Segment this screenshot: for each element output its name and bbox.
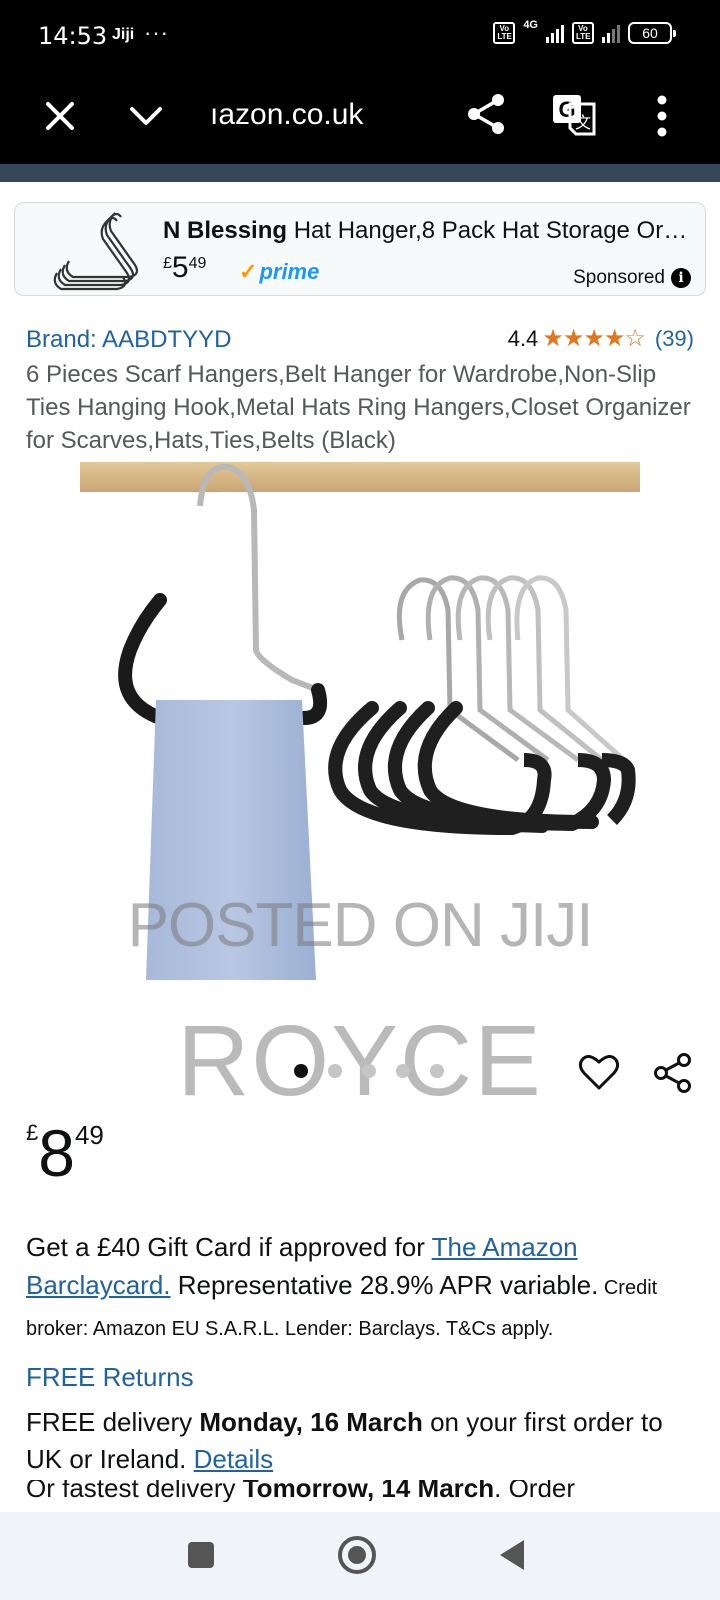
offer-prefix: Get a £40 Gift Card if approved for xyxy=(26,1232,432,1262)
image-carousel-dots xyxy=(294,1064,444,1078)
rating-value: 4.4 xyxy=(507,325,539,351)
brand-link[interactable]: Brand: AABDTYYD xyxy=(26,326,231,354)
sponsored-price-whole: 5 xyxy=(171,251,189,284)
close-icon[interactable] xyxy=(38,94,82,138)
price-whole: 8 xyxy=(38,1116,75,1190)
offer-middle: Representative 28.9% APR variable. xyxy=(170,1270,599,1300)
back-icon[interactable] xyxy=(500,1540,524,1570)
more-vert-icon[interactable] xyxy=(648,90,676,142)
delivery-date: Monday, 16 March xyxy=(199,1407,423,1437)
delivery-info: FREE delivery Monday, 16 March on your f… xyxy=(26,1404,706,1478)
status-bar: 14:53 Jiji ··· Vo LTE 4G Vo LTE 60 xyxy=(0,0,720,72)
price-fraction: 49 xyxy=(74,1120,104,1150)
sponsored-price-currency: £ xyxy=(163,255,172,272)
sponsored-ad-card[interactable]: N Blessing Hat Hanger,8 Pack Hat Storage… xyxy=(14,202,706,296)
status-overflow: ··· xyxy=(144,20,169,45)
heart-icon[interactable] xyxy=(578,1052,620,1092)
carousel-dot[interactable] xyxy=(362,1064,376,1078)
volte-icon: Vo LTE xyxy=(493,22,516,44)
faster-prefix: Or fastest delivery xyxy=(26,1480,243,1502)
watermark-posted-on-jiji: POSTED ON JIJI xyxy=(127,891,594,960)
carousel-dot[interactable] xyxy=(396,1064,410,1078)
faster-date: Tomorrow, 14 March xyxy=(242,1480,495,1502)
signal-icon-2 xyxy=(602,23,620,43)
carousel-dot[interactable] xyxy=(430,1064,444,1078)
info-icon[interactable]: i xyxy=(671,268,691,288)
sponsored-text: Sponsored xyxy=(573,267,665,288)
status-indicators: Vo LTE 4G Vo LTE 60 xyxy=(493,19,676,44)
share-icon[interactable] xyxy=(462,90,510,138)
volte-icon-2: Vo LTE xyxy=(572,22,594,44)
share-icon[interactable] xyxy=(652,1052,694,1094)
url-text[interactable]: ıazon.co.uk xyxy=(210,98,363,132)
browser-toolbar: ıazon.co.uk G 文 xyxy=(0,72,720,164)
price-currency: £ xyxy=(26,1120,39,1145)
translate-icon[interactable]: G 文 xyxy=(550,90,598,138)
product-price: £849 xyxy=(26,1120,104,1186)
battery-icon: 60 xyxy=(628,22,676,44)
delivery-details-link[interactable]: Details xyxy=(194,1444,273,1474)
sponsored-price: £549 xyxy=(163,251,206,285)
recents-icon[interactable] xyxy=(188,1542,214,1568)
carousel-dot[interactable] xyxy=(328,1064,342,1078)
carousel-dot[interactable] xyxy=(294,1064,308,1078)
prime-check-icon: ✓ xyxy=(239,259,258,284)
faster-suffix: . Order xyxy=(494,1480,576,1502)
network-type: 4G xyxy=(523,19,538,31)
prime-badge: ✓prime xyxy=(239,259,319,285)
sponsored-price-fraction: 49 xyxy=(188,255,207,272)
star-rating-icon: ★★★★☆ xyxy=(542,325,646,352)
system-nav-bar xyxy=(0,1512,720,1600)
rating-count-link[interactable]: (39) xyxy=(655,326,694,352)
home-icon[interactable] xyxy=(338,1536,376,1574)
sponsored-brand: N Blessing xyxy=(163,217,288,244)
barclaycard-offer: Get a £40 Gift Card if approved for The … xyxy=(26,1228,706,1348)
chevron-down-icon[interactable] xyxy=(124,94,168,138)
free-returns-link[interactable]: FREE Returns xyxy=(26,1362,194,1393)
signal-icon xyxy=(546,23,564,43)
prime-label: prime xyxy=(259,259,320,284)
page-strip xyxy=(0,164,720,182)
fastest-delivery: Or fastest delivery Tomorrow, 14 March. … xyxy=(26,1480,706,1502)
product-title: 6 Pieces Scarf Hangers,Belt Hanger for W… xyxy=(26,361,691,454)
sponsored-label[interactable]: Sponsored i xyxy=(573,267,691,289)
sponsored-title[interactable]: N Blessing Hat Hanger,8 Pack Hat Storage… xyxy=(163,217,693,245)
sponsored-product-thumbnail[interactable] xyxy=(51,209,147,291)
delivery-prefix: FREE delivery xyxy=(26,1407,200,1437)
sponsored-title-text: Hat Hanger,8 Pack Hat Storage Organizer xyxy=(293,217,693,244)
status-time: 14:53 xyxy=(38,22,108,50)
svg-text:G: G xyxy=(558,97,575,122)
status-app-label: Jiji xyxy=(112,26,135,43)
product-rating[interactable]: 4.4 ★★★★☆ (39) xyxy=(508,324,694,353)
svg-text:文: 文 xyxy=(575,113,591,132)
